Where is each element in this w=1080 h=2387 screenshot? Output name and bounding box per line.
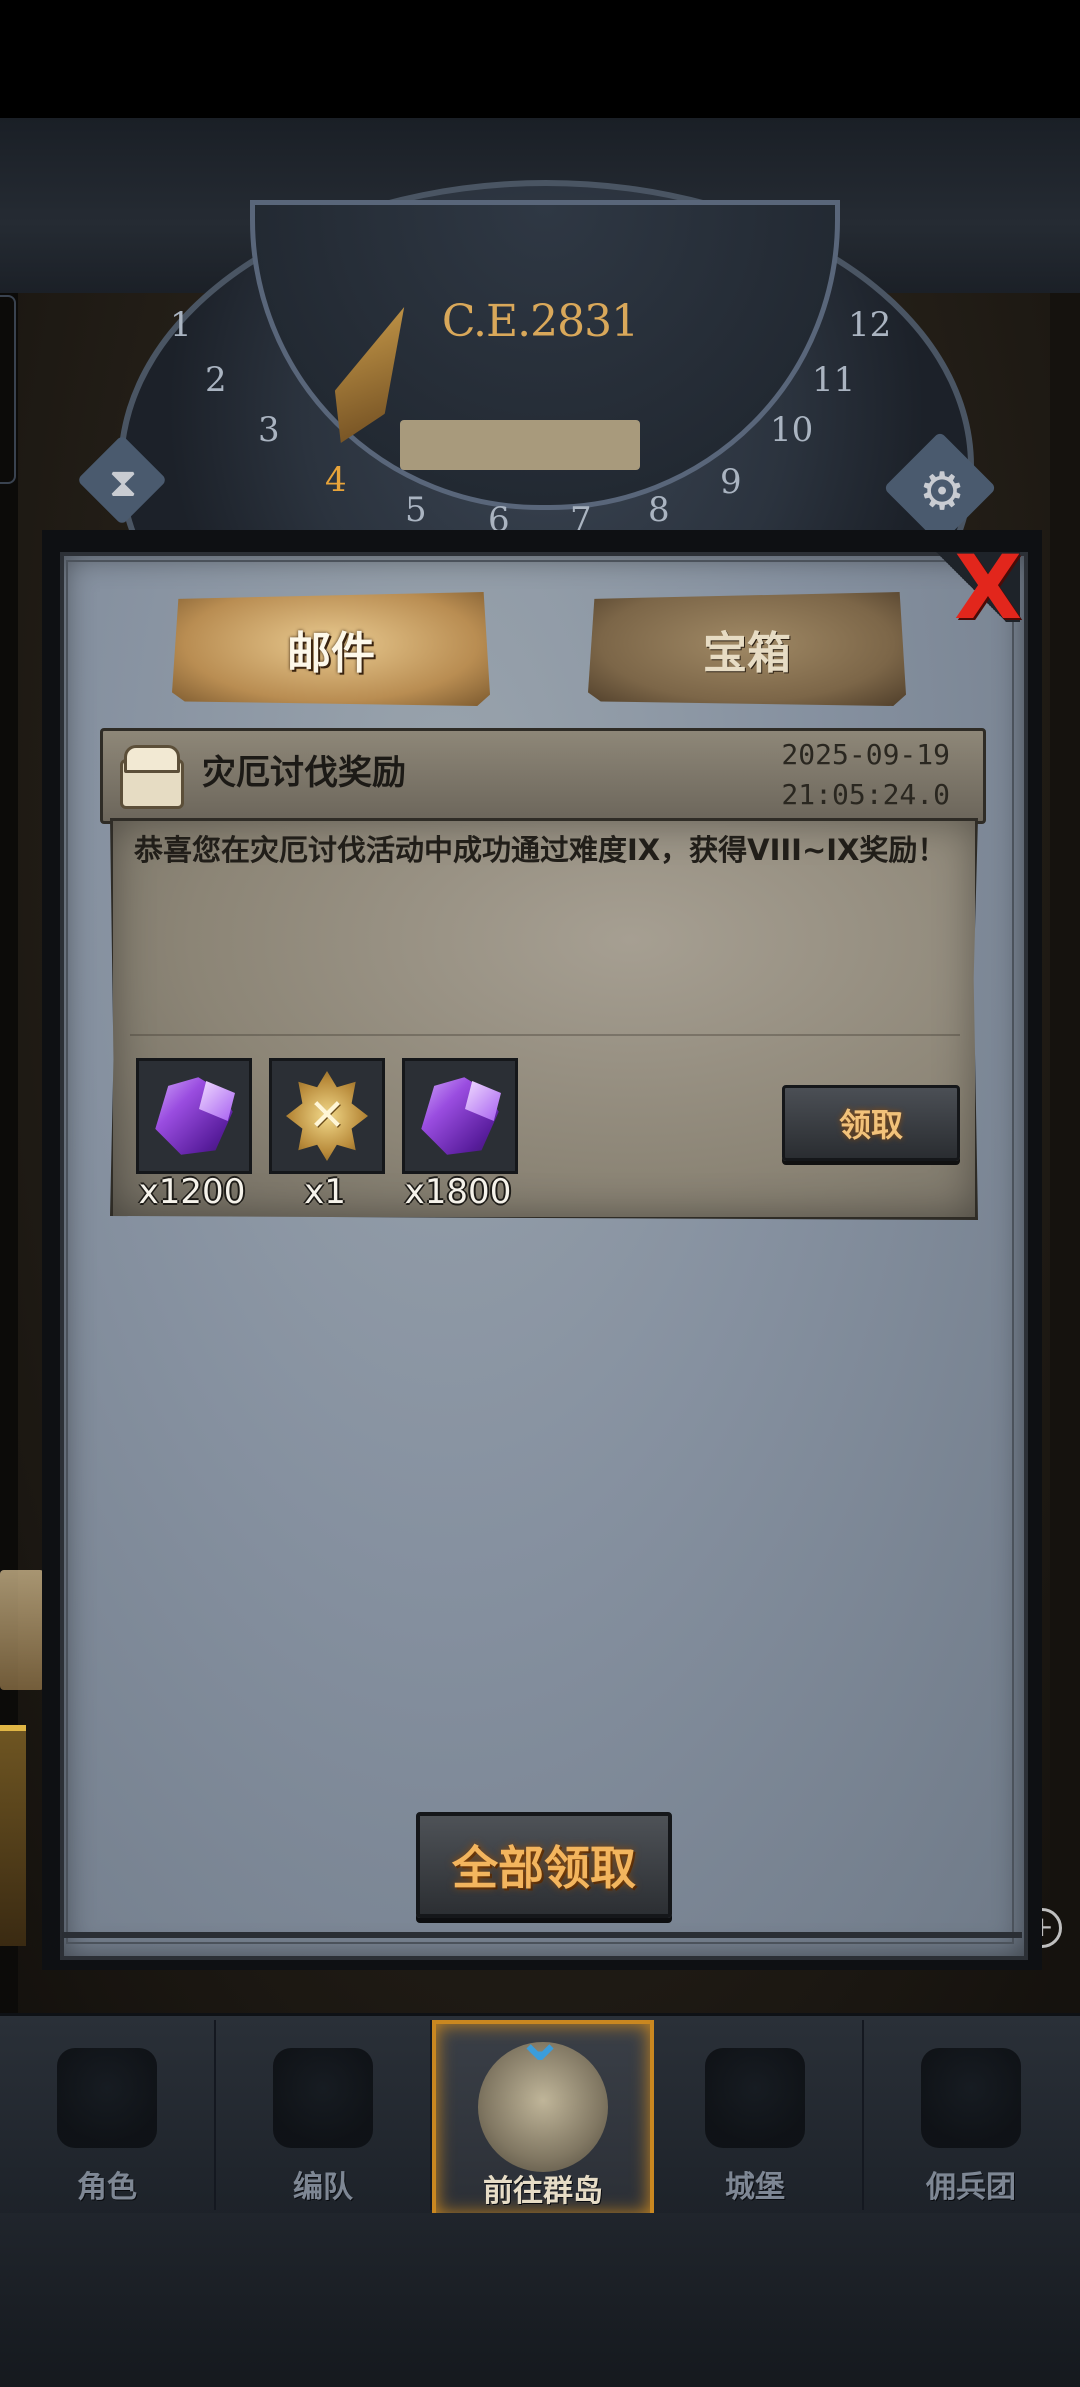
close-button[interactable]: X [948,536,1028,639]
dial-number: 10 [770,410,814,450]
claim-button[interactable]: 领取 [782,1085,960,1161]
claim-all-button[interactable]: 全部领取 [416,1812,672,1918]
dial-number: 11 [812,360,856,400]
mail-date: 2025-09-19 [781,738,950,771]
nav-label: 佣兵团 [926,2170,1016,2205]
nav-label: 城堡 [725,2170,785,2205]
reward-quantity: x1 [304,1172,346,1212]
dial-number: 9 [720,462,742,502]
reward-item[interactable] [402,1058,518,1174]
mail-time: 21:05:24.0 [781,778,950,811]
dial-number-active: 4 [325,460,347,500]
knight-icon [57,2048,157,2148]
nav-item-mercenary[interactable]: 佣兵团 [864,2020,1078,2210]
nav-label: 前往群岛 [483,2174,603,2209]
close-icon: X [954,536,1022,639]
dial-number: 5 [405,490,427,530]
treasure-chest-icon [114,739,184,809]
status-bar [0,0,1080,118]
reward-quantity: x1200 [138,1172,246,1212]
nav-label: 编队 [293,2170,353,2205]
dial-year: C.E.2831 [441,296,639,347]
tab-mail[interactable]: 邮件 [172,592,490,706]
nav-item-formation[interactable]: 编队 [216,2020,432,2210]
medal-emblem: ✕ [308,1090,346,1141]
reward-item[interactable] [136,1058,252,1174]
tab-chest[interactable]: 宝箱 [588,592,906,706]
bottom-bar [0,2213,1080,2387]
mercenary-icon [921,2048,1021,2148]
dial-number: 8 [648,490,670,530]
nav-item-character[interactable]: 角色 [0,2020,216,2210]
left-edge-banner [0,1725,26,1946]
dial-number: 2 [205,360,227,400]
reward-item[interactable]: ✕ [269,1058,385,1174]
nav-label: 角色 [77,2170,137,2205]
reward-quantity: x1800 [404,1172,512,1212]
panel-bottom-rule [62,1932,1022,1938]
hourglass-icon: ⧗ [108,460,138,506]
gear-icon: ⚙ [918,462,966,522]
dial-number: 12 [848,305,892,345]
mail-message: 恭喜您在灾厄讨伐活动中成功通过难度IX，获得VIII~IX奖励！ [134,833,947,867]
nav-item-castle[interactable]: 城堡 [648,2020,864,2210]
mail-title: 灾厄讨伐奖励 [202,753,406,793]
dial-number: 3 [258,410,280,450]
castle-icon [705,2048,805,2148]
dial-plate [400,420,640,470]
divider [130,1034,960,1036]
chevron-down-icon: ⌄ [514,2005,566,2075]
dial-number: 1 [170,305,192,345]
left-edge-frame [0,295,16,484]
right-edge [1050,293,1080,2013]
scroll-icon [0,1570,44,1690]
helmet-icon [273,2048,373,2148]
